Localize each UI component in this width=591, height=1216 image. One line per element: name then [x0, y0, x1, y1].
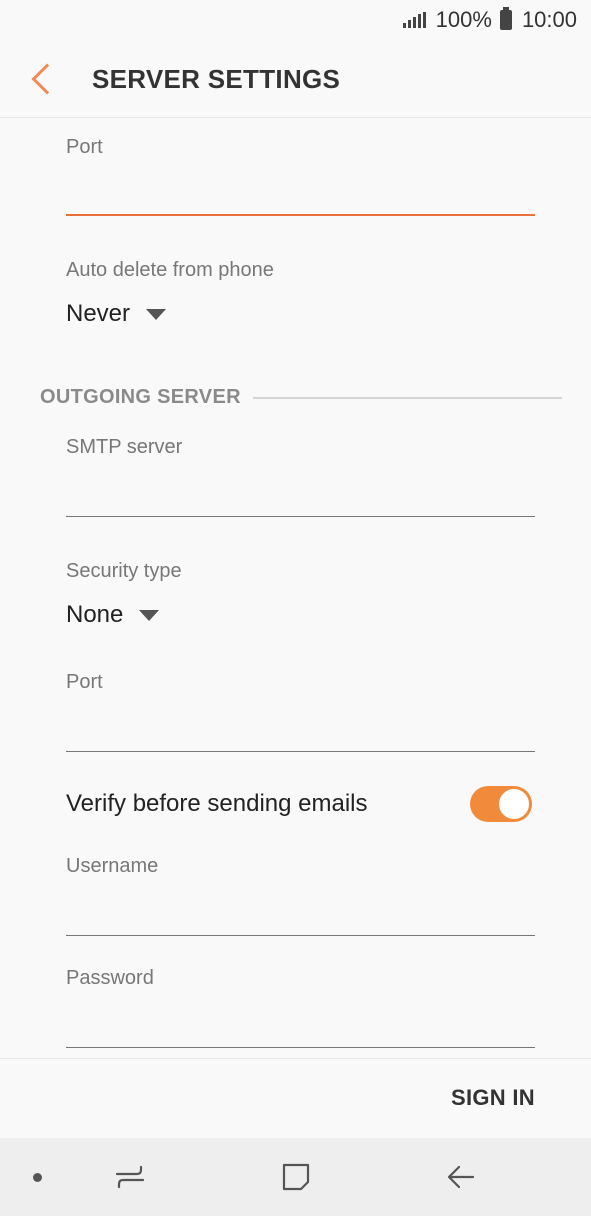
- nav-dot-icon[interactable]: [33, 1173, 42, 1182]
- username-label: Username: [66, 855, 159, 877]
- clock: 10:00: [521, 7, 577, 32]
- outgoing-port-label: Port: [66, 671, 103, 693]
- incoming-port-underline: [66, 214, 535, 216]
- status-bar: 100% 10:00: [0, 0, 591, 40]
- dropdown-arrow-icon: [146, 308, 167, 320]
- auto-delete-value: Never: [66, 300, 131, 327]
- username-underline: [66, 935, 535, 936]
- signal-icon: [402, 12, 426, 28]
- navigation-bar: [0, 1138, 591, 1216]
- incoming-port-field[interactable]: [66, 170, 535, 210]
- bottom-action-bar: SIGN IN: [0, 1058, 591, 1138]
- section-divider: [252, 396, 562, 399]
- sign-in-button[interactable]: SIGN IN: [451, 1085, 535, 1111]
- security-type-dropdown[interactable]: None: [66, 601, 160, 629]
- section-title: OUTGOING SERVER: [40, 386, 241, 408]
- password-label: Password: [66, 967, 154, 989]
- security-type-label: Security type: [66, 560, 182, 582]
- battery-icon: [499, 7, 512, 30]
- home-icon[interactable]: [279, 1160, 313, 1194]
- username-field[interactable]: [66, 890, 535, 930]
- nav-back-icon[interactable]: [444, 1160, 478, 1194]
- auto-delete-dropdown[interactable]: Never: [66, 300, 167, 328]
- smtp-server-underline: [66, 516, 535, 517]
- section-header-outgoing: OUTGOING SERVER: [40, 386, 562, 409]
- settings-form: Port Auto delete from phone Never OUTGOI…: [0, 118, 591, 1058]
- back-icon[interactable]: [31, 63, 63, 95]
- auto-delete-label: Auto delete from phone: [66, 259, 274, 281]
- outgoing-port-field[interactable]: [66, 706, 535, 746]
- toggle-knob: [497, 787, 531, 821]
- battery-percent: 100%: [435, 7, 492, 32]
- verify-label: Verify before sending emails: [66, 790, 368, 817]
- dropdown-arrow-icon: [139, 609, 160, 621]
- password-underline: [66, 1047, 535, 1048]
- page-title: SERVER SETTINGS: [92, 64, 341, 94]
- outgoing-port-underline: [66, 751, 535, 752]
- password-field[interactable]: [66, 1002, 535, 1042]
- verify-toggle[interactable]: [470, 786, 532, 822]
- incoming-port-label: Port: [66, 136, 103, 158]
- smtp-server-field[interactable]: [66, 470, 535, 510]
- app-bar: SERVER SETTINGS: [0, 40, 591, 118]
- recents-icon[interactable]: [113, 1160, 147, 1194]
- smtp-server-label: SMTP server: [66, 436, 183, 458]
- security-type-value: None: [66, 601, 124, 628]
